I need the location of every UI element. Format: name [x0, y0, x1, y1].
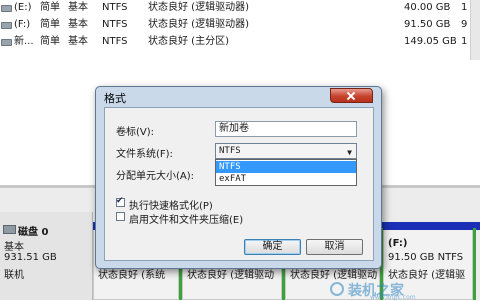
- format-dialog: 格式 卷标(V): 新加卷 文件系统(F): NTFS ▼ NTFS exFAT…: [95, 86, 382, 269]
- volume-filesystem: NTFS: [102, 36, 128, 47]
- partition-status: 状态良好 (逻辑驱: [388, 270, 466, 281]
- drive-icon: [1, 5, 12, 12]
- drive-icon: [1, 39, 12, 46]
- volume-status: 状态良好 (主分区): [148, 36, 229, 47]
- cancel-button[interactable]: 取消: [306, 239, 363, 255]
- volume-free: 9: [461, 19, 468, 30]
- chevron-down-icon[interactable]: ▼: [347, 146, 352, 160]
- disk-icon: [3, 225, 16, 234]
- filesystem-select[interactable]: NTFS ▼: [215, 143, 357, 159]
- volume-free: 1: [461, 36, 468, 47]
- volume-name: 新...: [14, 36, 34, 47]
- volume-list-scrollbar[interactable]: [470, 0, 480, 60]
- compression-checkbox[interactable]: [116, 212, 125, 221]
- volume-list: (E:) 简单 基本 NTFS 状态良好 (逻辑驱动器) 40.00 GB 1 …: [0, 0, 480, 60]
- filesystem-option-exfat[interactable]: exFAT: [216, 173, 356, 185]
- volume-status: 状态良好 (逻辑驱动器): [148, 2, 249, 13]
- partition-size: 91.50 GB NTFS: [388, 252, 464, 263]
- volume-capacity: 91.50 GB: [404, 19, 451, 30]
- volume-filesystem: NTFS: [102, 19, 128, 30]
- allocation-unit-caption: 分配单元大小(A):: [116, 171, 195, 182]
- volume-type: 基本: [68, 19, 88, 30]
- dialog-title: 格式: [104, 92, 126, 105]
- volume-label-input[interactable]: 新加卷: [215, 121, 357, 137]
- volume-capacity: 149.05 GB: [404, 36, 457, 47]
- volume-row[interactable]: 新... 简单 基本 NTFS 状态良好 (主分区) 149.05 GB 1: [0, 34, 480, 49]
- watermark-logo-icon: [330, 282, 344, 296]
- filesystem-caption: 文件系统(F):: [116, 149, 173, 160]
- volume-layout: 简单: [40, 2, 60, 13]
- dialog-client-area: 卷标(V): 新加卷 文件系统(F): NTFS ▼ NTFS exFAT 分配…: [104, 107, 374, 261]
- volume-type: 基本: [68, 2, 88, 13]
- filesystem-selected-value: NTFS: [219, 146, 241, 156]
- volume-name: (E:): [14, 2, 32, 13]
- volume-layout: 简单: [40, 19, 60, 30]
- checkmark-icon: ✔: [116, 196, 124, 206]
- volume-filesystem: NTFS: [102, 2, 128, 13]
- volume-free: 1: [461, 2, 468, 13]
- watermark: 装机之家 www.lotpc.com: [330, 280, 480, 301]
- quick-format-checkbox[interactable]: ✔: [116, 196, 125, 207]
- compression-label[interactable]: 启用文件和文件夹压缩(E): [129, 211, 243, 226]
- disk-type: 基本: [4, 242, 24, 253]
- partition-label: (F:): [388, 238, 408, 249]
- drive-icon: [1, 22, 12, 29]
- volume-status: 状态良好 (逻辑驱动器): [148, 19, 249, 30]
- volume-row[interactable]: (E:) 简单 基本 NTFS 状态良好 (逻辑驱动器) 40.00 GB 1: [0, 0, 480, 15]
- volume-name: (F:): [14, 19, 31, 30]
- volume-type: 基本: [68, 36, 88, 47]
- volume-row[interactable]: (F:) 简单 基本 NTFS 状态良好 (逻辑驱动器) 91.50 GB 9: [0, 17, 480, 32]
- disk-size: 931.51 GB: [4, 252, 57, 263]
- volume-label-caption: 卷标(V):: [116, 127, 155, 138]
- close-button[interactable]: [330, 88, 373, 103]
- disk-name: 磁盘 0: [18, 227, 49, 238]
- filesystem-option-ntfs[interactable]: NTFS: [216, 161, 356, 173]
- disk-state: 联机: [4, 270, 24, 281]
- filesystem-dropdown-list: NTFS exFAT: [215, 159, 357, 186]
- quick-format-label[interactable]: 执行快速格式化(P): [129, 197, 213, 212]
- disk-label[interactable]: 磁盘 0 基本 931.51 GB 联机: [0, 212, 93, 300]
- ok-button[interactable]: 确定: [244, 239, 301, 255]
- volume-capacity: 40.00 GB: [404, 2, 451, 13]
- volume-layout: 简单: [40, 36, 60, 47]
